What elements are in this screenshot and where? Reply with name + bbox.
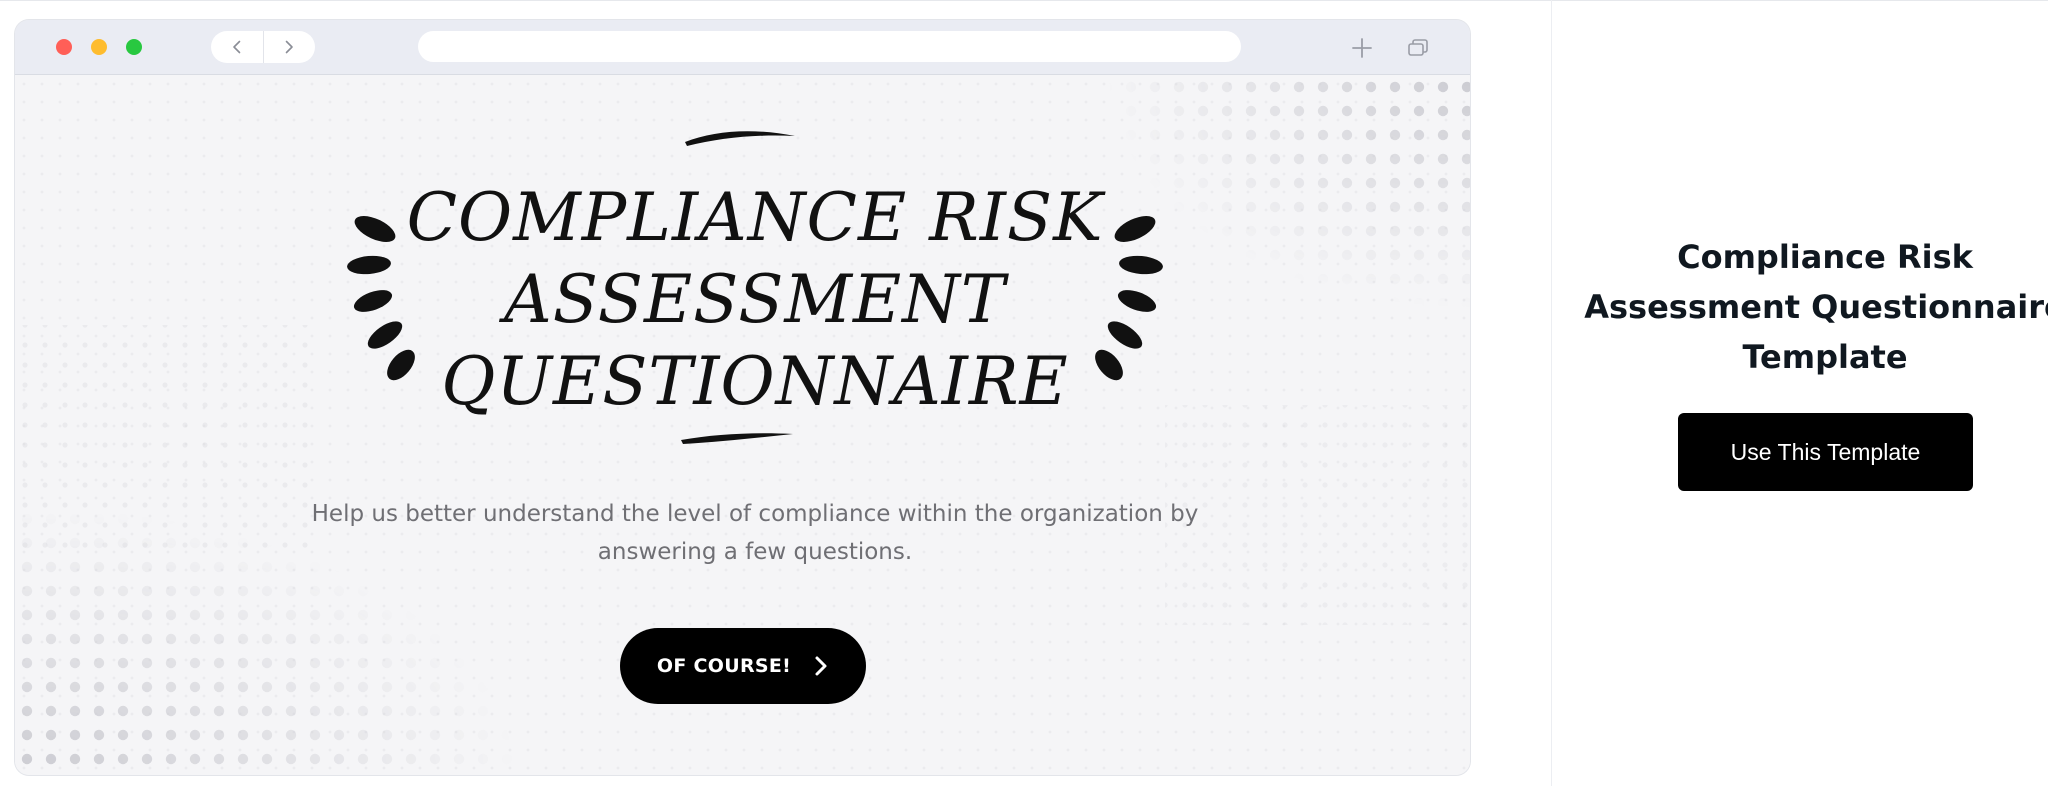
hero-title-line-2: ASSESSMENT [498,261,1010,338]
of-course-button-label: OF COURSE! [656,655,792,677]
browser-toolbar [15,20,1470,75]
chevron-right-icon [285,40,294,54]
page-content: COMPLIANCE RISK ASSESSMENT QUESTIONNAIRE… [15,75,1470,775]
of-course-button[interactable]: OF COURSE! [620,628,866,704]
minimize-window-dot[interactable] [91,39,107,55]
top-border [0,0,2048,1]
tabs-icon[interactable] [1405,35,1431,61]
maximize-window-dot[interactable] [126,39,142,55]
hero-title: COMPLIANCE RISK ASSESSMENT QUESTIONNAIRE [347,131,1163,444]
use-template-button-label: Use This Template [1730,438,1921,465]
template-title: Compliance Risk Assessment Questionnaire… [1584,238,2048,376]
hero-title-art: COMPLIANCE RISK ASSESSMENT QUESTIONNAIRE [315,130,1195,450]
hero-title-line-3: QUESTIONNAIRE [441,343,1068,420]
chevron-right-icon [815,656,827,676]
forward-button[interactable] [262,31,316,63]
hero-subtitle: Help us better understand the level of c… [311,501,1199,565]
close-window-dot[interactable] [56,39,72,55]
panel-divider [1551,0,1552,786]
plus-icon[interactable] [1349,35,1375,61]
chevron-left-icon [232,40,241,54]
browser-mockup: COMPLIANCE RISK ASSESSMENT QUESTIONNAIRE… [15,20,1470,775]
address-bar[interactable] [418,31,1241,62]
back-button[interactable] [211,31,263,63]
hero-title-line-1: COMPLIANCE RISK [407,179,1107,256]
nav-buttons [211,31,315,63]
use-template-button[interactable]: Use This Template [1678,413,1973,491]
